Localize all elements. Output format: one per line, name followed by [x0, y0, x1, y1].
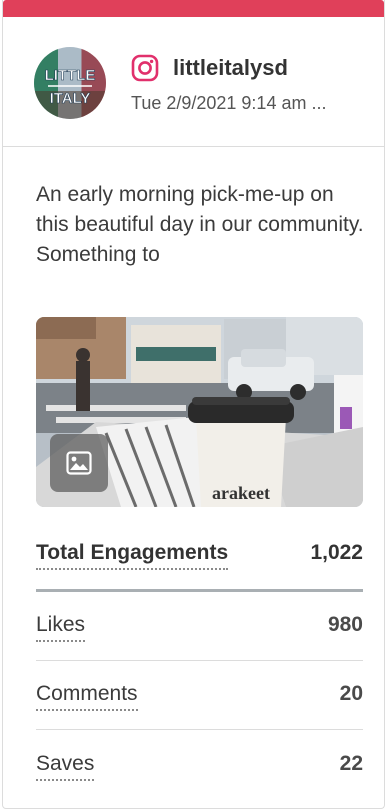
saves-value: 22: [339, 752, 363, 775]
logo-word-bottom: ITALY: [50, 90, 91, 107]
avatar[interactable]: LITTLE ITALY: [34, 47, 106, 119]
post-timestamp: Tue 2/9/2021 9:14 am ...: [131, 93, 327, 113]
post-header: LITTLE ITALY littleitalysd Tue 2/9/2021 …: [3, 17, 384, 147]
account-handle[interactable]: littleitalysd: [173, 54, 288, 82]
total-engagements-row: Total Engagements 1,022: [36, 539, 363, 575]
likes-row: Likes 980: [36, 611, 363, 647]
total-divider: [36, 589, 363, 592]
card-accent-bar: [3, 0, 384, 17]
comments-row: Comments 20: [36, 680, 363, 716]
likes-divider: [36, 660, 363, 661]
media-type-badge: [50, 434, 108, 492]
comments-divider: [36, 729, 363, 730]
likes-label[interactable]: Likes: [36, 611, 86, 642]
logo-word-top: LITTLE: [45, 67, 96, 84]
little-italy-logo: LITTLE ITALY: [34, 47, 106, 119]
saves-row: Saves 22: [36, 750, 363, 786]
comments-value: 20: [339, 682, 363, 705]
likes-value: 980: [327, 613, 363, 636]
post-caption: An early morning pick-me-up on this beau…: [36, 183, 364, 266]
total-engagements-value: 1,022: [310, 541, 363, 564]
comments-label[interactable]: Comments: [36, 680, 138, 711]
instagram-icon: [131, 54, 159, 82]
cup-brand-text: arakeet: [212, 483, 270, 503]
post-photo[interactable]: arakeet: [36, 317, 363, 507]
saves-label[interactable]: Saves: [36, 750, 95, 781]
total-engagements-label[interactable]: Total Engagements: [36, 539, 229, 570]
post-card: LITTLE ITALY littleitalysd Tue 2/9/2021 …: [2, 0, 385, 809]
image-icon: [66, 451, 92, 475]
